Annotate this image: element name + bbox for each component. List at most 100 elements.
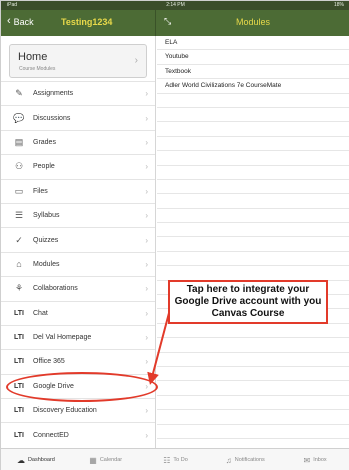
empty-row (157, 180, 349, 195)
sidebar-item-label: Quizzes (33, 236, 59, 244)
home-button[interactable]: Home Course Modules › (9, 44, 147, 78)
syllabus-icon: ☰ (14, 210, 24, 221)
tab-dashboard[interactable]: ☁ Dashboard (1, 449, 71, 470)
sidebar-item-label: Modules (33, 260, 60, 268)
module-item[interactable]: Youtube (157, 50, 349, 65)
empty-row (157, 252, 349, 267)
sidebar-item-collaborations[interactable]: ⚘ Collaborations › (1, 276, 155, 300)
chevron-right-icon: › (145, 235, 148, 245)
course-nav-bar: ‹ Back Testing1234 (1, 10, 156, 36)
empty-row (157, 324, 349, 339)
tab-label: Notifications (234, 457, 265, 463)
sidebar-item-modules[interactable]: ⌂ Modules › (1, 251, 155, 276)
empty-row (157, 151, 349, 166)
chevron-right-icon: › (145, 211, 148, 221)
status-bar: iPad 2:14 PM 18% (1, 1, 349, 10)
empty-row (157, 410, 349, 425)
module-item[interactable]: Adler World Civilizations 7e CourseMate (157, 79, 349, 94)
sidebar-item-assignments[interactable]: ✎ Assignments › (1, 81, 155, 105)
inbox-icon: ✉ (303, 455, 311, 465)
chevron-right-icon: › (134, 55, 138, 66)
tab-label: Calendar (99, 457, 123, 463)
chevron-right-icon: › (145, 162, 148, 172)
sidebar-item-label: Discussions (33, 114, 71, 122)
sidebar-item-people[interactable]: ⚇ People › (1, 154, 155, 178)
modules-icon: ⌂ (16, 259, 22, 270)
chevron-right-icon: › (145, 137, 148, 147)
sidebar-item-files[interactable]: ▭ Files › (1, 178, 155, 203)
people-icon: ⚇ (14, 161, 24, 172)
empty-row (157, 94, 349, 108)
empty-row (157, 237, 349, 252)
empty-row (157, 367, 349, 382)
lti-icon: LTI (14, 309, 24, 317)
sidebar-item-discovery-education[interactable]: LTI Discovery Education › (1, 398, 155, 422)
sidebar-item-chat[interactable]: LTI Chat › (1, 300, 155, 325)
back-button[interactable]: ‹ Back (7, 16, 34, 27)
sidebar-item-google-drive[interactable]: LTI Google Drive › (1, 373, 155, 398)
modules-nav-bar: ⤡ Modules (156, 10, 349, 36)
empty-row (157, 137, 349, 152)
tab-label: Dashboard (27, 457, 55, 463)
sidebar-item-label: People (33, 163, 55, 171)
empty-row (157, 209, 349, 224)
course-title: Testing1234 (61, 17, 113, 27)
chevron-right-icon: › (145, 89, 148, 99)
chevron-right-icon: › (145, 259, 148, 269)
chevron-left-icon: ‹ (7, 15, 11, 27)
calendar-icon: ▦ (89, 455, 97, 465)
sidebar-item-label: Grades (33, 138, 56, 146)
tab-label: To Do (173, 457, 188, 463)
quizzes-icon: ✓ (15, 234, 23, 245)
lti-icon: LTI (14, 431, 24, 439)
sidebar-item-syllabus[interactable]: ☰ Syllabus › (1, 202, 155, 227)
sidebar-item-discussions[interactable]: 💬 Discussions › (1, 105, 155, 129)
discussions-icon: 💬 (13, 112, 25, 123)
tab-label: Inbox (313, 457, 327, 463)
lti-icon: LTI (14, 334, 24, 342)
sidebar-item-label: Google Drive (33, 382, 74, 390)
sidebar-item-label: Collaborations (33, 285, 78, 293)
sidebar-item-label: Syllabus (33, 212, 60, 220)
empty-row (157, 223, 349, 238)
chevron-right-icon: › (145, 308, 148, 318)
course-sidebar: Home Course Modules › ✎ Assignments › 💬 Disc… (1, 36, 156, 448)
tab-inbox[interactable]: ✉ Inbox (280, 449, 349, 470)
chevron-right-icon: › (145, 381, 148, 391)
folder-icon: ▭ (14, 185, 24, 196)
sidebar-item-label: Chat (33, 309, 48, 317)
chevron-right-icon: › (145, 284, 148, 294)
grades-icon: ▤ (14, 136, 24, 147)
sidebar-item-del-val-homepage[interactable]: LTI Del Val Homepage › (1, 324, 155, 349)
sidebar-item-label: Del Val Homepage (33, 334, 92, 342)
home-title: Home (18, 51, 48, 63)
module-item[interactable]: ELA (157, 36, 349, 51)
empty-row (157, 381, 349, 396)
sidebar-item-office-365[interactable]: LTI Office 365 › (1, 349, 155, 373)
empty-row (157, 396, 349, 411)
lti-icon: LTI (14, 407, 24, 415)
chevron-right-icon: › (145, 357, 148, 367)
annotation-callout: Tap here to integrate your Google Drive … (168, 280, 328, 324)
sidebar-item-grades[interactable]: ▤ Grades › (1, 129, 155, 154)
sidebar-item-quizzes[interactable]: ✓ Quizzes › (1, 227, 155, 251)
empty-row (157, 108, 349, 123)
tab-to-do[interactable]: ☷ To Do (141, 449, 211, 470)
lti-icon: LTI (14, 382, 24, 390)
callout-text: Tap here to integrate your Google Drive … (174, 284, 322, 319)
empty-row (157, 425, 349, 439)
chevron-right-icon: › (145, 113, 148, 123)
chevron-right-icon: › (145, 430, 148, 440)
course-menu: ✎ Assignments › 💬 Discussions › ▤ Grades › ⚇ Peopl… (1, 81, 155, 447)
sidebar-item-connected[interactable]: LTI ConnectED › (1, 422, 155, 446)
module-item[interactable]: Textbook (157, 65, 349, 80)
status-time: 2:14 PM (166, 2, 185, 8)
sidebar-item-label: Office 365 (33, 358, 65, 366)
sidebar-item-label: Assignments (33, 90, 74, 98)
tab-calendar[interactable]: ▦ Calendar (71, 449, 141, 470)
tab-notifications[interactable]: ♫ Notifications (210, 449, 280, 470)
assignments-icon: ✎ (15, 88, 23, 99)
ipad-screen: iPad 2:14 PM 18% ‹ Back Testing1234 ⤡ Mo… (0, 0, 349, 470)
lti-icon: LTI (14, 358, 24, 366)
chevron-right-icon: › (145, 333, 148, 343)
